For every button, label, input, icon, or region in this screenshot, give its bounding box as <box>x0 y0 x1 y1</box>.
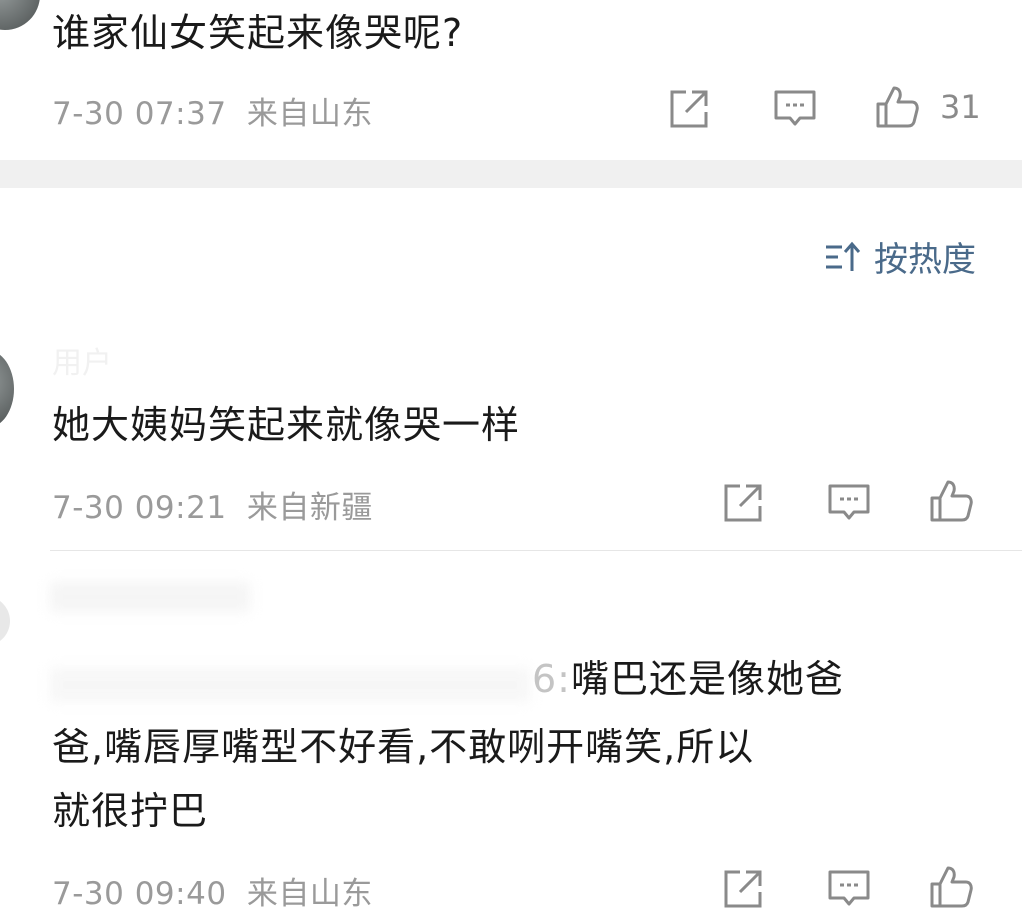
sort-icon <box>826 241 861 271</box>
comment-time: 7-30 09:40 <box>52 876 227 912</box>
comment-text: 谁家仙女笑起来像哭呢? <box>52 11 464 55</box>
comment-text-line: 就很拧巴 <box>52 789 209 833</box>
comment-location: 来自山东 <box>246 96 373 132</box>
like-button[interactable] <box>874 84 920 130</box>
share-button[interactable] <box>720 480 766 526</box>
comment-location: 来自山东 <box>246 876 373 912</box>
share-icon <box>724 870 762 908</box>
avatar[interactable] <box>0 0 40 30</box>
thumbs-up-icon <box>930 480 973 522</box>
comment-meta: 7-30 07:37 来自山东 <box>52 88 373 133</box>
avatar[interactable] <box>0 350 14 428</box>
username[interactable]: 用户 <box>52 338 112 382</box>
reply-prefix: 6: <box>532 657 571 701</box>
share-button[interactable] <box>666 86 712 132</box>
like-button[interactable] <box>928 864 974 910</box>
avatar[interactable] <box>0 596 10 646</box>
section-divider <box>0 160 1022 188</box>
comment-text-line: 爸,嘴唇厚嘴型不好看,不敢咧开嘴笑,所以 <box>52 725 755 769</box>
sort-label: 按热度 <box>874 240 976 280</box>
comment-icon <box>828 484 870 520</box>
share-button[interactable] <box>720 866 766 912</box>
like-count: 31 <box>940 88 981 126</box>
comment-location: 来自新疆 <box>246 490 373 526</box>
comment-icon <box>828 870 870 906</box>
thumbs-up-icon <box>876 86 919 128</box>
blurred-username <box>50 582 250 612</box>
comment-meta: 7-30 09:40 来自山东 <box>52 868 373 913</box>
reply-text: 嘴巴还是像她爸 <box>570 657 844 701</box>
comment-text-line: 6:嘴巴还是像她爸 <box>532 650 844 708</box>
share-icon <box>670 90 708 128</box>
comment-button[interactable] <box>826 480 872 526</box>
comment-button[interactable] <box>826 866 872 912</box>
comment-divider <box>50 550 1022 551</box>
sort-by-hot-button[interactable]: 按热度 <box>822 232 976 281</box>
like-button[interactable] <box>928 478 974 524</box>
comment-time: 7-30 07:37 <box>52 96 227 132</box>
comment-icon <box>774 90 816 126</box>
thumbs-up-icon <box>930 866 973 908</box>
comment-text: 她大姨妈笑起来就像哭一样 <box>52 403 521 447</box>
blurred-reply-target <box>50 668 530 702</box>
comment-time: 7-30 09:21 <box>52 490 227 526</box>
comment-meta: 7-30 09:21 来自新疆 <box>52 482 373 527</box>
comment-button[interactable] <box>772 86 818 132</box>
share-icon <box>724 484 762 522</box>
